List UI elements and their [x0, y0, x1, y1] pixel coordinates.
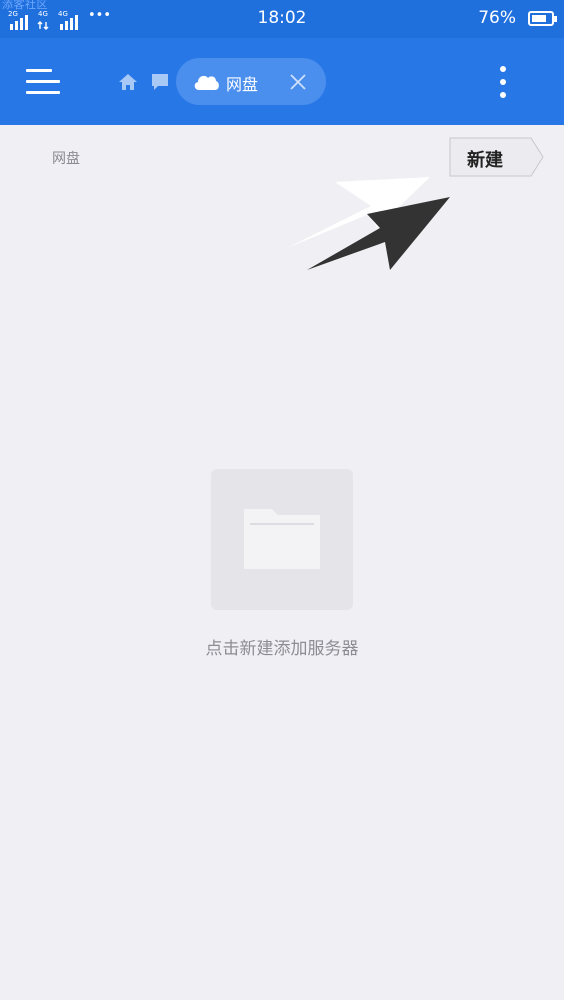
- battery-percent: 76%: [478, 8, 516, 28]
- pointer-arrow-annotation: [287, 177, 450, 270]
- more-vertical-icon[interactable]: [496, 64, 510, 100]
- home-icon[interactable]: [118, 72, 138, 92]
- tab-cloud-drive[interactable]: 网盘: [176, 58, 326, 105]
- new-button[interactable]: 新建: [449, 137, 544, 177]
- cloud-icon: [194, 75, 219, 90]
- empty-state-message: 点击新建添加服务器: [205, 639, 359, 659]
- breadcrumb: 网盘: [52, 151, 80, 167]
- close-icon[interactable]: [288, 72, 308, 92]
- hamburger-menu-icon[interactable]: [26, 68, 60, 96]
- new-button-label: 新建: [467, 150, 503, 171]
- folder-icon: [244, 509, 320, 569]
- chat-icon[interactable]: [150, 72, 170, 92]
- status-bar: 添客社区 2G 4G 4G ••• 18:02 76%: [0, 0, 564, 38]
- tab-label: 网盘: [226, 75, 259, 94]
- app-bar: 网盘: [0, 38, 564, 125]
- empty-folder-tile: [211, 469, 353, 610]
- battery-icon: [528, 11, 557, 26]
